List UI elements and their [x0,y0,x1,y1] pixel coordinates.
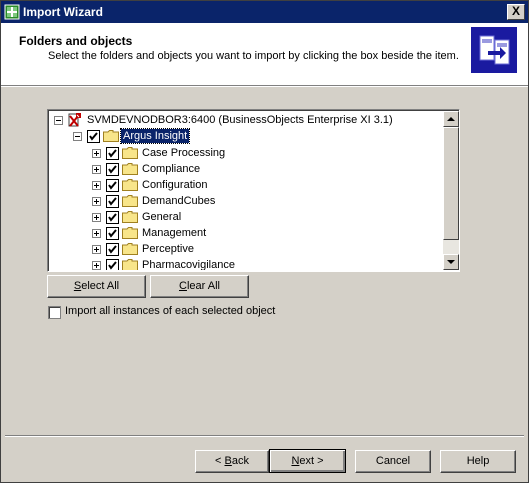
tree-child-row[interactable]: Case Processing [49,145,439,161]
expand-icon[interactable] [92,229,101,238]
select-all-label: elect All [81,280,120,292]
checkmark-icon [108,213,117,222]
expand-icon[interactable] [92,197,101,206]
wizard-app-icon [4,4,20,20]
checkmark-icon [108,149,117,158]
expand-icon[interactable] [92,165,101,174]
back-label: ack [231,455,249,467]
folder-icon [122,227,138,239]
server-icon [68,113,81,127]
select-all-button[interactable]: Select All [47,275,146,298]
next-button[interactable]: Next > [269,449,346,473]
tree-child-label: DemandCubes [142,195,216,207]
child-checkbox[interactable] [106,227,119,240]
scroll-up-button[interactable] [443,111,459,127]
tree-child-row[interactable]: Management [49,225,439,241]
tree-content: SVMDEVNODBOR3:6400 (BusinessObjects Ente… [49,111,442,270]
folder-icon [122,147,138,159]
wizard-header: Folders and objects Select the folders a… [1,23,528,86]
arrow-up-icon [447,117,455,121]
back-prefix: < [215,455,225,467]
folder-icon [122,211,138,223]
folder-icon [122,163,138,175]
tree-child-label: Case Processing [142,147,226,159]
tree-child-label: Compliance [142,163,201,175]
back-button[interactable]: < Back [195,450,269,473]
next-label: ext > [299,455,324,467]
tree-child-label: General [142,211,182,223]
tree-child-label: Pharmacovigilance [142,259,235,270]
child-checkbox[interactable] [106,211,119,224]
folder-icon [122,195,138,207]
tree-root-row[interactable]: SVMDEVNODBOR3:6400 (BusinessObjects Ente… [49,112,439,128]
help-label: Help [466,455,490,467]
cancel-button[interactable]: Cancel [355,450,431,473]
tree-child-label: Configuration [142,179,208,191]
title-bar[interactable]: Import Wizard X [1,1,528,23]
folder-icon [122,243,138,255]
child-checkbox[interactable] [106,179,119,192]
tree-child-row[interactable]: Pharmacovigilance [49,257,439,270]
collapse-icon[interactable] [54,116,63,125]
tree-child-row[interactable]: Compliance [49,161,439,177]
tree-folder-label: Argus Insight [119,128,191,144]
window-title: Import Wizard [23,5,103,19]
scroll-thumb[interactable] [443,127,459,240]
folder-icon [103,130,119,142]
tree-child-row[interactable]: Configuration [49,177,439,193]
child-checkbox[interactable] [106,243,119,256]
child-checkbox[interactable] [106,259,119,270]
folder-checkbox[interactable] [87,130,100,143]
close-icon: X [511,4,520,18]
clear-all-mnemonic: C [179,280,187,292]
footer-divider-highlight [5,436,524,437]
import-instances-label: Import all instances of each selected ob… [65,305,276,317]
collapse-icon[interactable] [73,132,82,141]
tree-child-row[interactable]: DemandCubes [49,193,439,209]
close-button[interactable]: X [507,4,525,20]
checkmark-icon [89,132,98,141]
tree-child-label: Perceptive [142,243,194,255]
tree-child-label: Management [142,227,207,239]
header-divider [1,86,528,87]
cancel-label: Cancel [375,455,411,467]
clear-all-label: lear All [186,280,220,292]
checkmark-icon [108,197,117,206]
help-button[interactable]: Help [440,450,516,473]
tree-child-row[interactable]: General [49,209,439,225]
expand-icon[interactable] [92,181,101,190]
child-checkbox[interactable] [106,163,119,176]
checkmark-icon [108,181,117,190]
import-instances-checkbox[interactable] [48,306,61,319]
back-mnemonic: B [224,455,232,467]
tree-folder-row[interactable]: Argus Insight [49,128,439,144]
expand-icon[interactable] [92,261,101,270]
expand-icon[interactable] [92,245,101,254]
child-checkbox[interactable] [106,147,119,160]
expand-icon[interactable] [92,149,101,158]
folder-icon [122,259,138,270]
expand-icon[interactable] [92,213,101,222]
child-checkbox[interactable] [106,195,119,208]
checkmark-icon [108,165,117,174]
tree-child-row[interactable]: Perceptive [49,241,439,257]
tree-root-label: SVMDEVNODBOR3:6400 (BusinessObjects Ente… [87,114,393,126]
clear-all-button[interactable]: Clear All [150,275,249,298]
page-title: Folders and objects [19,34,133,48]
checkmark-icon [108,261,117,270]
scroll-down-button[interactable] [443,254,459,270]
folder-icon [122,179,138,191]
vertical-scrollbar[interactable] [443,111,459,270]
checkmark-icon [108,245,117,254]
import-folders-icon [471,27,517,73]
page-subtitle: Select the folders and objects you want … [48,50,459,62]
import-wizard-window: Import Wizard X Folders and objects Sele… [0,0,529,483]
arrow-down-icon [447,260,455,264]
folder-tree[interactable]: SVMDEVNODBOR3:6400 (BusinessObjects Ente… [47,109,460,272]
checkmark-icon [108,229,117,238]
